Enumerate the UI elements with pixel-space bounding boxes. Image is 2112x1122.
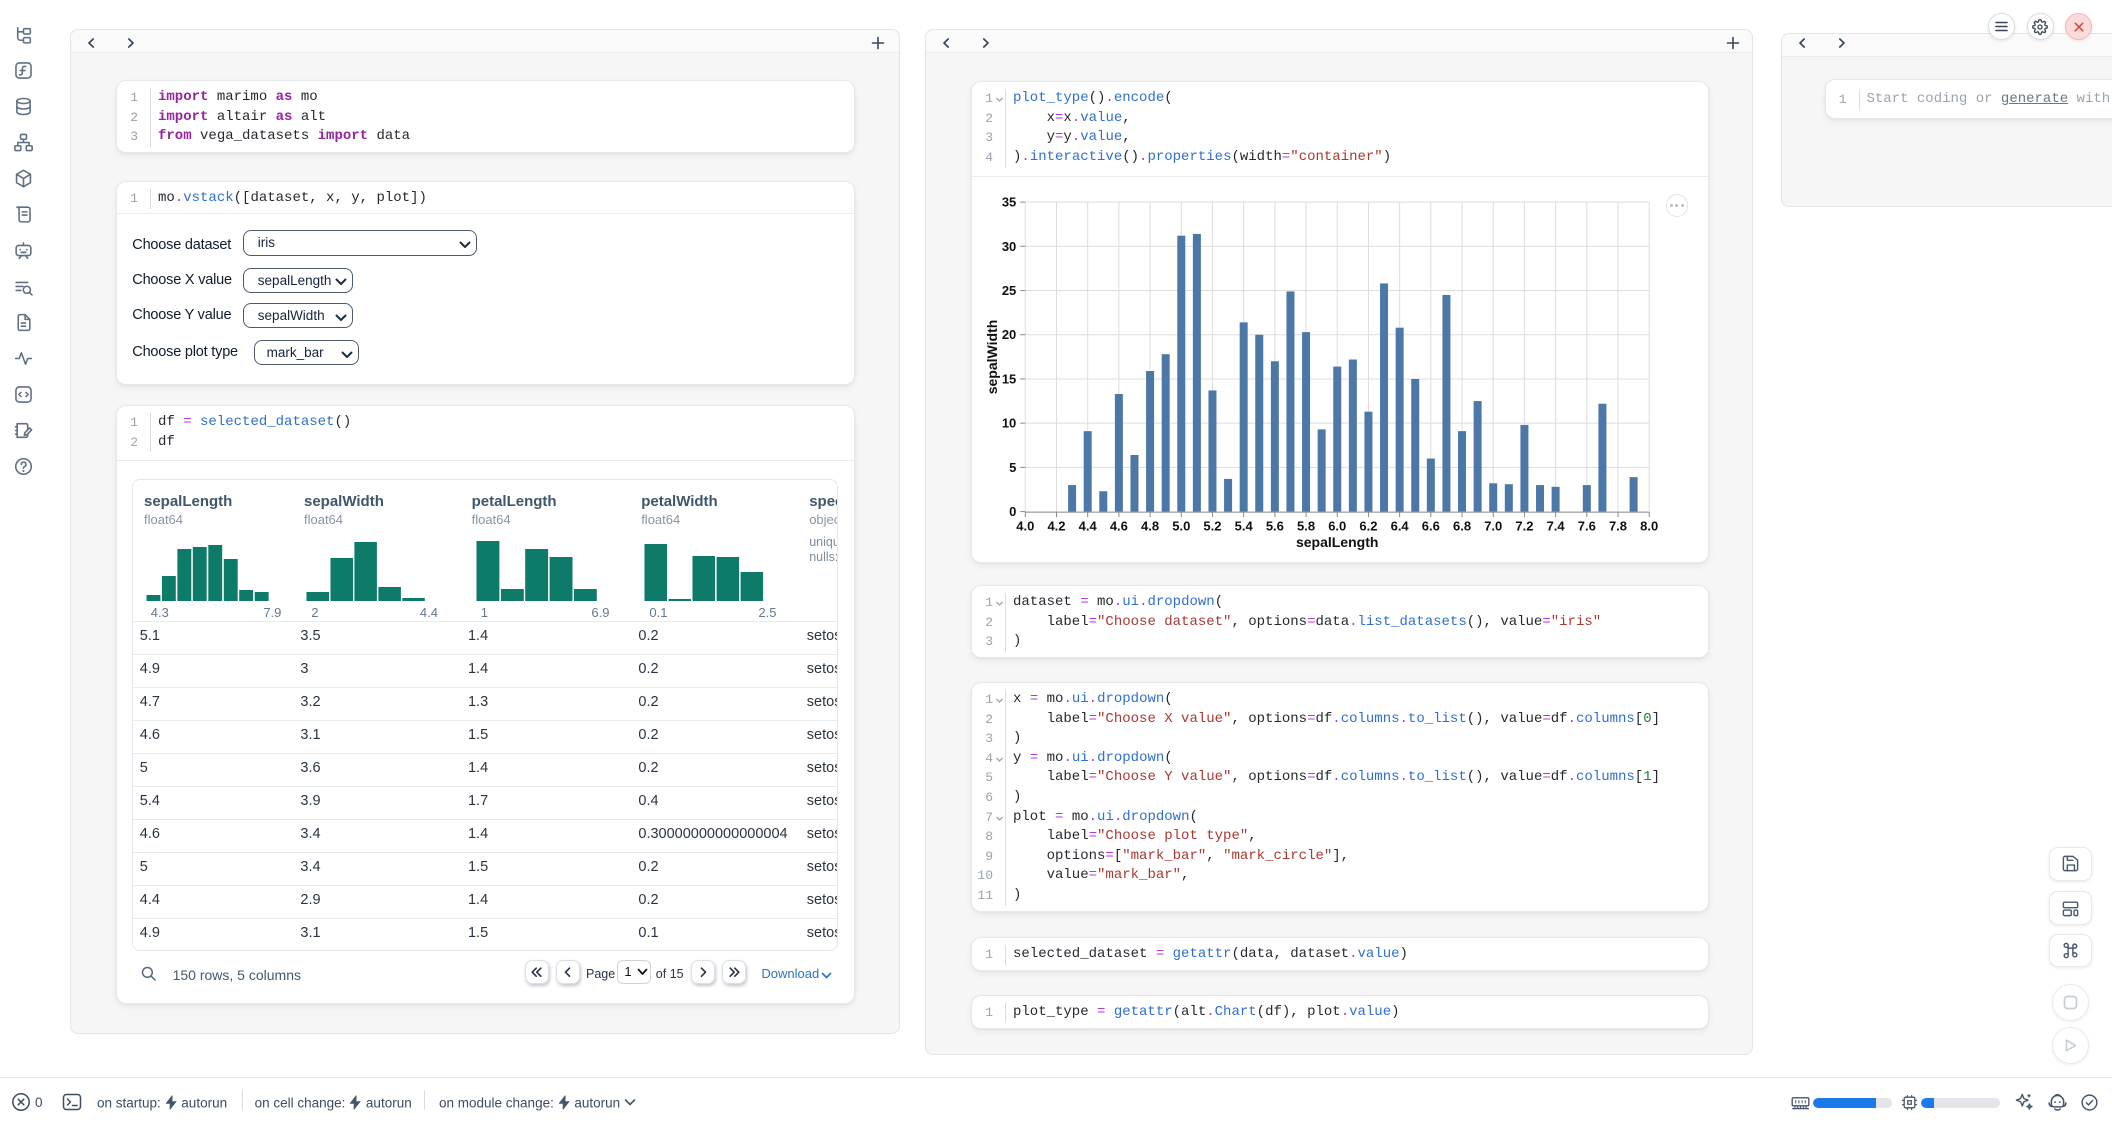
svg-text:8.0: 8.0 (1640, 519, 1658, 534)
svg-text:4.4: 4.4 (1079, 519, 1098, 534)
svg-text:10: 10 (1002, 416, 1016, 431)
svg-text:4.0: 4.0 (1016, 519, 1034, 534)
svg-text:6.8: 6.8 (1453, 519, 1471, 534)
svg-text:5: 5 (1009, 460, 1016, 475)
svg-text:0: 0 (1009, 504, 1016, 519)
svg-text:15: 15 (1002, 371, 1016, 386)
svg-text:7.6: 7.6 (1578, 519, 1596, 534)
svg-text:7.2: 7.2 (1515, 519, 1533, 534)
svg-text:25: 25 (1002, 283, 1016, 298)
svg-text:7.8: 7.8 (1609, 519, 1627, 534)
svg-text:4.2: 4.2 (1047, 519, 1065, 534)
svg-text:7.4: 7.4 (1547, 519, 1566, 534)
svg-text:6.2: 6.2 (1359, 519, 1377, 534)
svg-text:sepalLength: sepalLength (1296, 534, 1378, 550)
svg-text:6.0: 6.0 (1328, 519, 1346, 534)
svg-text:5.6: 5.6 (1266, 519, 1284, 534)
svg-text:20: 20 (1002, 327, 1016, 342)
svg-text:7.0: 7.0 (1484, 519, 1502, 534)
svg-text:6.4: 6.4 (1391, 519, 1410, 534)
svg-text:5.2: 5.2 (1203, 519, 1221, 534)
svg-text:sepalWidth: sepalWidth (984, 320, 1000, 395)
svg-text:5.8: 5.8 (1297, 519, 1315, 534)
svg-text:30: 30 (1002, 239, 1016, 254)
svg-text:6.6: 6.6 (1422, 519, 1440, 534)
svg-text:5.0: 5.0 (1172, 519, 1190, 534)
svg-text:4.8: 4.8 (1141, 519, 1159, 534)
svg-text:5.4: 5.4 (1235, 519, 1254, 534)
svg-text:4.6: 4.6 (1110, 519, 1128, 534)
svg-text:35: 35 (1002, 195, 1016, 210)
